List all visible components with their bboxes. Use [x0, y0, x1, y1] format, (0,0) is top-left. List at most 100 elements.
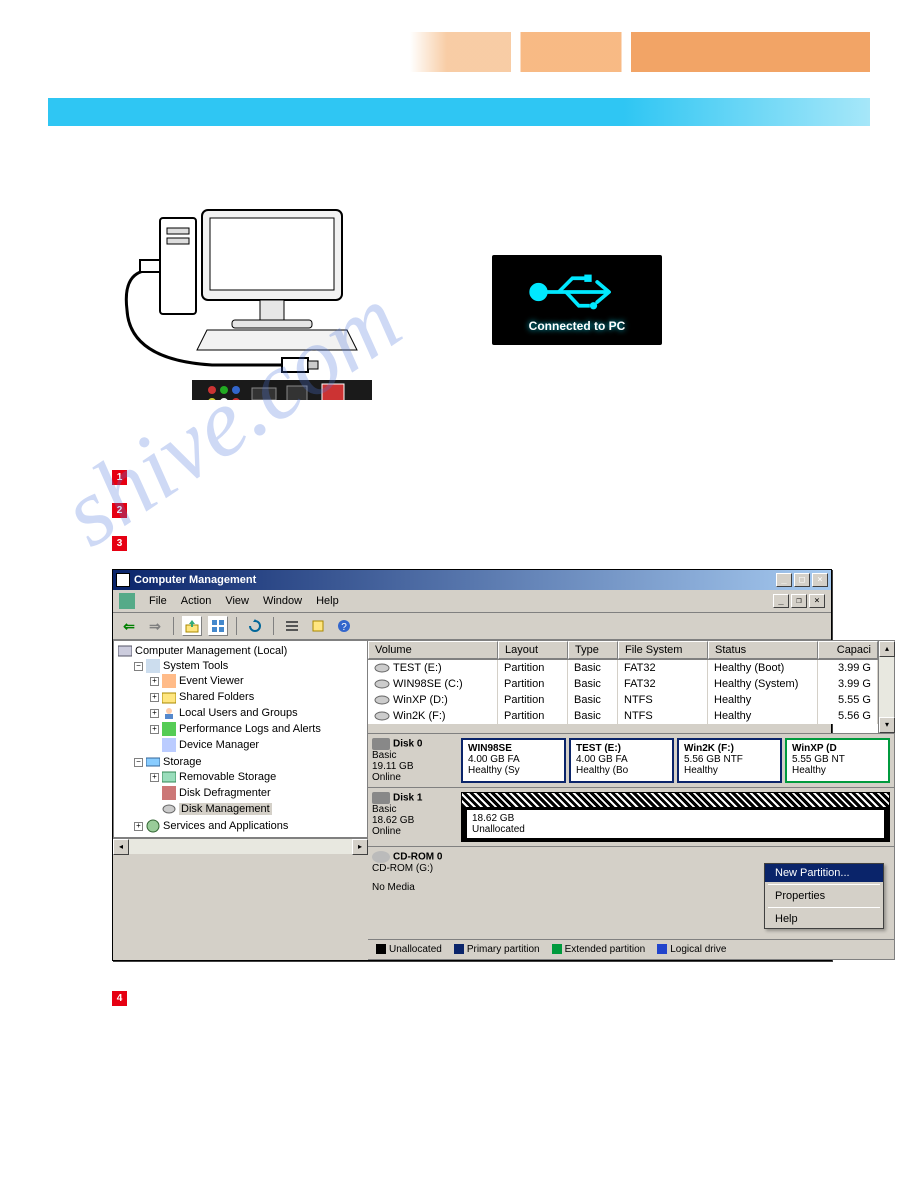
tree-device-mgr[interactable]: Device Manager	[179, 739, 259, 751]
tree-event-viewer[interactable]: Event Viewer	[179, 675, 244, 687]
legend-swatch-unalloc	[376, 944, 386, 954]
col-fs[interactable]: File System	[618, 641, 708, 659]
menu-help[interactable]: Help	[316, 595, 339, 607]
tree-system-tools[interactable]: System Tools	[163, 660, 228, 672]
expand-icon[interactable]: +	[150, 693, 159, 702]
tree-perf-logs[interactable]: Performance Logs and Alerts	[179, 723, 321, 735]
titlebar[interactable]: Computer Management _ □ ×	[113, 570, 831, 590]
mdi-min-button[interactable]: _	[773, 594, 789, 608]
menu-help[interactable]: Help	[765, 910, 883, 928]
col-type[interactable]: Type	[568, 641, 618, 659]
menu-file[interactable]: File	[149, 595, 167, 607]
tree-scrollbar[interactable]: ◂ ▸	[113, 838, 368, 854]
disk-row-0[interactable]: Disk 0 Basic 19.11 GB Online WIN98SE4.00…	[368, 733, 894, 787]
unallocated-partition[interactable]: 18.62 GBUnallocated	[461, 792, 890, 842]
menubar: File Action View Window Help _ ❐ ×	[113, 590, 831, 613]
table-row[interactable]: TEST (E:)PartitionBasicFAT32Healthy (Boo…	[368, 660, 878, 676]
refresh-button[interactable]	[245, 616, 265, 636]
menu-separator	[768, 907, 880, 908]
table-header[interactable]: Volume Layout Type File System Status Ca…	[368, 641, 878, 660]
disk0-status: Online	[372, 772, 457, 783]
tree-view[interactable]: Computer Management (Local) − System Tool…	[113, 640, 368, 838]
tree-storage[interactable]: Storage	[163, 756, 202, 768]
collapse-icon[interactable]: −	[134, 758, 143, 767]
window-icon	[116, 573, 130, 587]
table-row[interactable]: WIN98SE (C:)PartitionBasicFAT32Healthy (…	[368, 676, 878, 692]
back-button[interactable]: ⇐	[119, 616, 139, 636]
partition[interactable]: WIN98SE4.00 GB FAHealthy (Sy	[461, 738, 566, 783]
diskmgmt-icon	[162, 802, 176, 816]
header-gradient	[410, 32, 870, 72]
views-button[interactable]	[208, 616, 228, 636]
up-button[interactable]	[182, 616, 202, 636]
props-button[interactable]	[308, 616, 328, 636]
disk1-status: Online	[372, 826, 457, 837]
svg-text:?: ?	[341, 622, 347, 633]
tree-defrag[interactable]: Disk Defragmenter	[179, 787, 271, 799]
tree-services[interactable]: Services and Applications	[163, 820, 288, 832]
disk1-size: 18.62 GB	[372, 815, 457, 826]
menu-new-partition[interactable]: New Partition...	[765, 864, 883, 882]
expand-icon[interactable]: +	[150, 725, 159, 734]
tree-root[interactable]: Computer Management (Local)	[135, 645, 287, 657]
details-pane: Volume Layout Type File System Status Ca…	[368, 640, 895, 960]
minimize-button[interactable]: _	[776, 573, 792, 587]
collapse-icon[interactable]: −	[134, 662, 143, 671]
cdrom-sub: CD-ROM (G:)	[372, 863, 457, 874]
partition[interactable]: TEST (E:)4.00 GB FAHealthy (Bo	[569, 738, 674, 783]
scroll-down-button[interactable]: ▾	[879, 717, 895, 733]
maximize-button[interactable]: □	[794, 573, 810, 587]
menu-properties[interactable]: Properties	[765, 887, 883, 905]
context-menu[interactable]: New Partition... Properties Help	[764, 863, 884, 929]
mdi-close-button[interactable]: ×	[809, 594, 825, 608]
expand-icon[interactable]: +	[150, 709, 159, 718]
col-capacity[interactable]: Capaci	[818, 641, 878, 659]
disk0-name: Disk 0	[393, 739, 422, 750]
expand-icon[interactable]: +	[150, 677, 159, 686]
pc-connection-illustration	[112, 200, 372, 400]
expand-icon[interactable]: +	[150, 773, 159, 782]
step-num-2: 2	[112, 503, 127, 518]
volume-icon	[374, 662, 390, 674]
forward-button[interactable]: ⇒	[145, 616, 165, 636]
scroll-left-button[interactable]: ◂	[113, 839, 129, 855]
help-button[interactable]: ?	[334, 616, 354, 636]
menu-action[interactable]: Action	[181, 595, 212, 607]
event-viewer-icon	[162, 674, 176, 688]
menu-view[interactable]: View	[225, 595, 249, 607]
step-num-4: 4	[112, 991, 127, 1006]
computer-management-window: Computer Management _ □ × File Action Vi…	[112, 569, 832, 961]
col-volume[interactable]: Volume	[368, 641, 498, 659]
tree-shared-folders[interactable]: Shared Folders	[179, 691, 254, 703]
close-button[interactable]: ×	[812, 573, 828, 587]
legend: Unallocated Primary partition Extended p…	[368, 939, 894, 959]
disk-row-1[interactable]: Disk 1 Basic 18.62 GB Online 18.62 GBUna…	[368, 787, 894, 846]
expand-icon[interactable]: +	[134, 822, 143, 831]
table-row[interactable]: Win2K (F:)PartitionBasicNTFSHealthy5.56 …	[368, 708, 878, 724]
col-status[interactable]: Status	[708, 641, 818, 659]
tree-disk-management[interactable]: Disk Management	[179, 803, 272, 815]
table-row[interactable]: WinXP (D:)PartitionBasicNTFSHealthy5.55 …	[368, 692, 878, 708]
col-layout[interactable]: Layout	[498, 641, 568, 659]
tools-icon	[146, 659, 160, 673]
partition[interactable]: Win2K (F:)5.56 GB NTFHealthy	[677, 738, 782, 783]
scroll-right-button[interactable]: ▸	[352, 839, 368, 855]
list-button[interactable]	[282, 616, 302, 636]
partition[interactable]: WinXP (D5.55 GB NTHealthy	[785, 738, 890, 783]
volume-icon	[374, 678, 390, 690]
scroll-up-button[interactable]: ▴	[879, 641, 895, 657]
window-title: Computer Management	[134, 574, 774, 586]
table-scrollbar[interactable]: ▴▾	[878, 641, 894, 733]
unallocated-stripes	[462, 793, 889, 807]
defrag-icon	[162, 786, 176, 800]
tree-local-users[interactable]: Local Users and Groups	[179, 707, 298, 719]
tree-removable[interactable]: Removable Storage	[179, 771, 276, 783]
disk-icon	[372, 792, 390, 804]
toolbar: ⇐ ⇒ ?	[113, 613, 831, 640]
volume-table[interactable]: Volume Layout Type File System Status Ca…	[368, 641, 878, 724]
disk0-type: Basic	[372, 750, 457, 761]
menu-window[interactable]: Window	[263, 595, 302, 607]
perf-icon	[162, 722, 176, 736]
mdi-restore-button[interactable]: ❐	[791, 594, 807, 608]
disk-graphic-area: Disk 0 Basic 19.11 GB Online WIN98SE4.00…	[368, 733, 894, 939]
